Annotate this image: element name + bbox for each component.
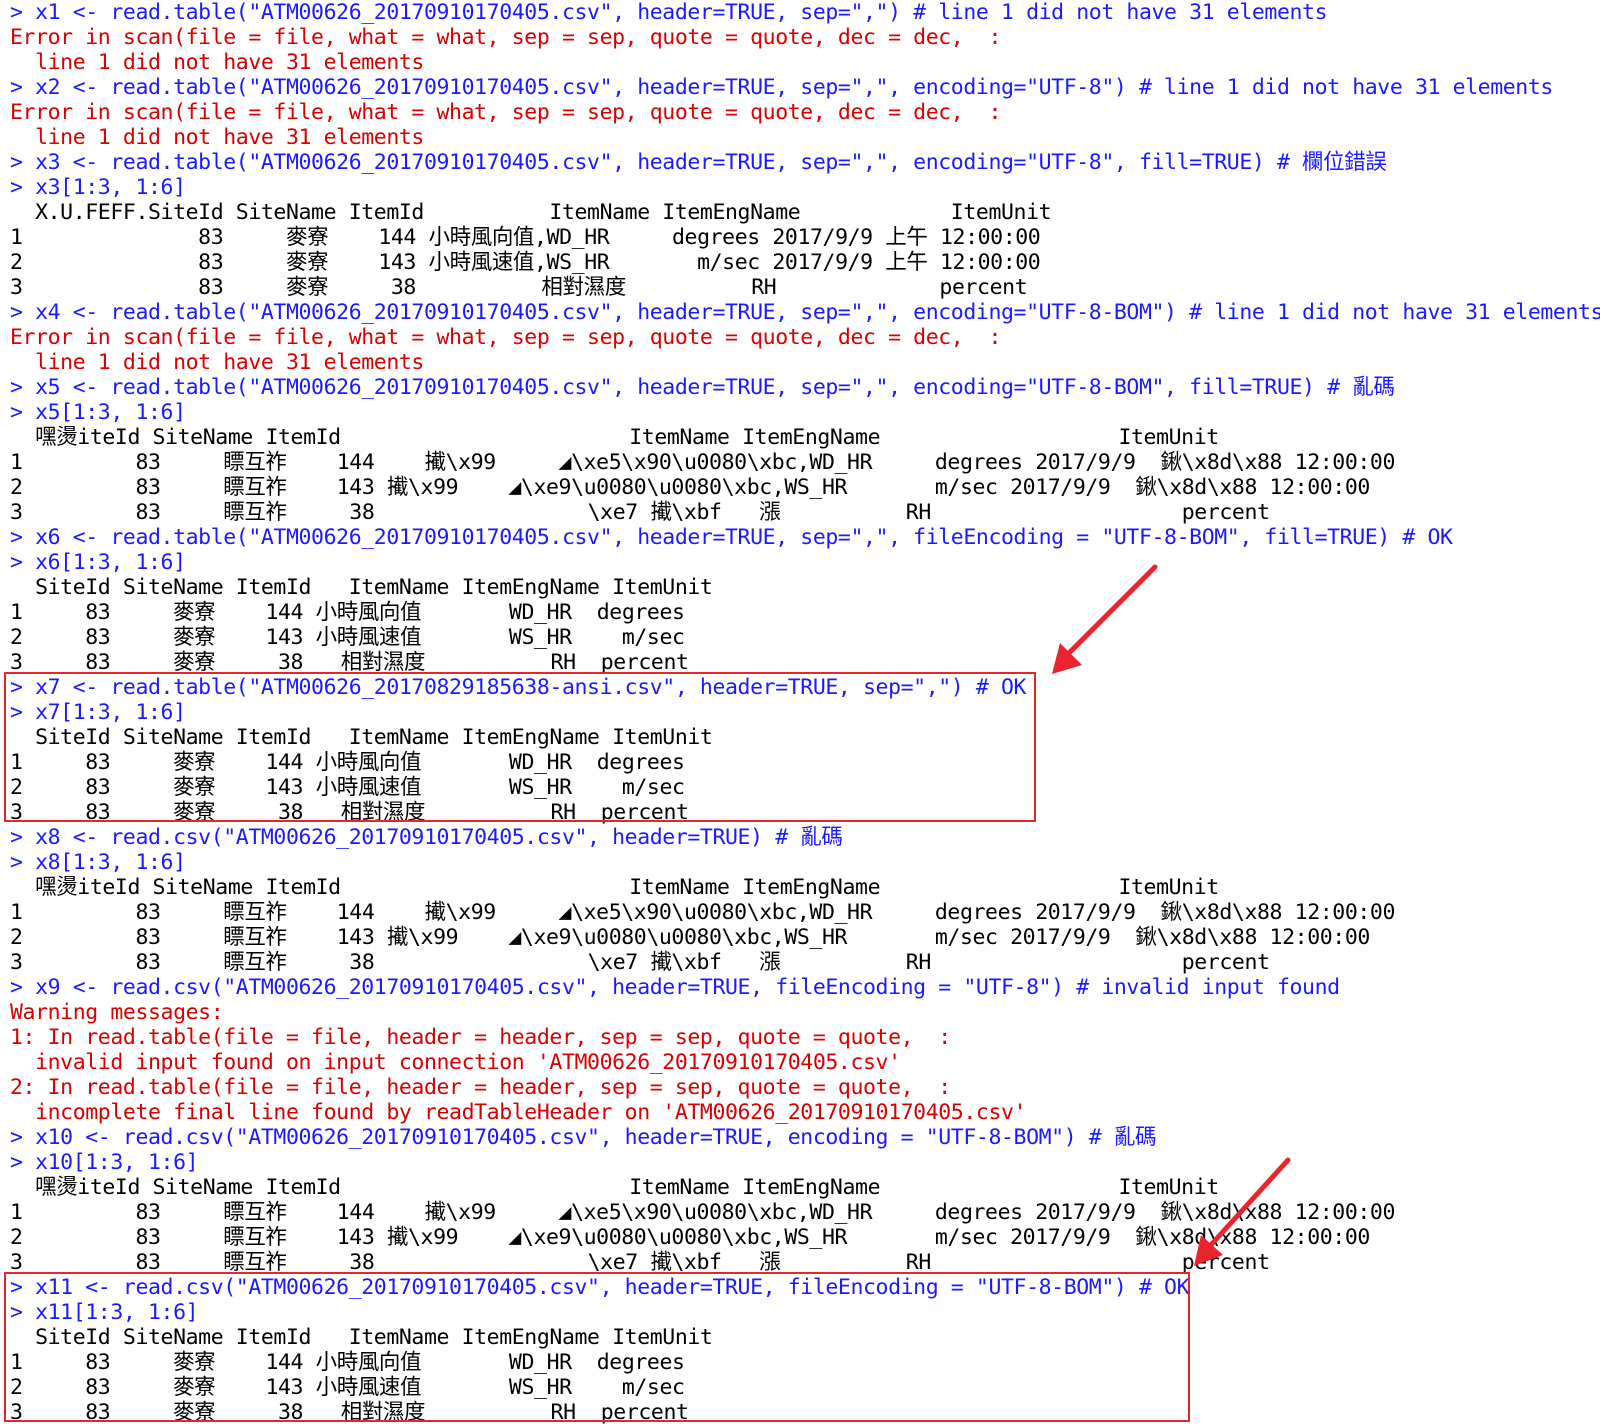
red-arrow-icon <box>1194 1157 1291 1266</box>
annotation-arrows <box>1052 564 1291 1266</box>
red-arrow-icon <box>1052 564 1158 674</box>
